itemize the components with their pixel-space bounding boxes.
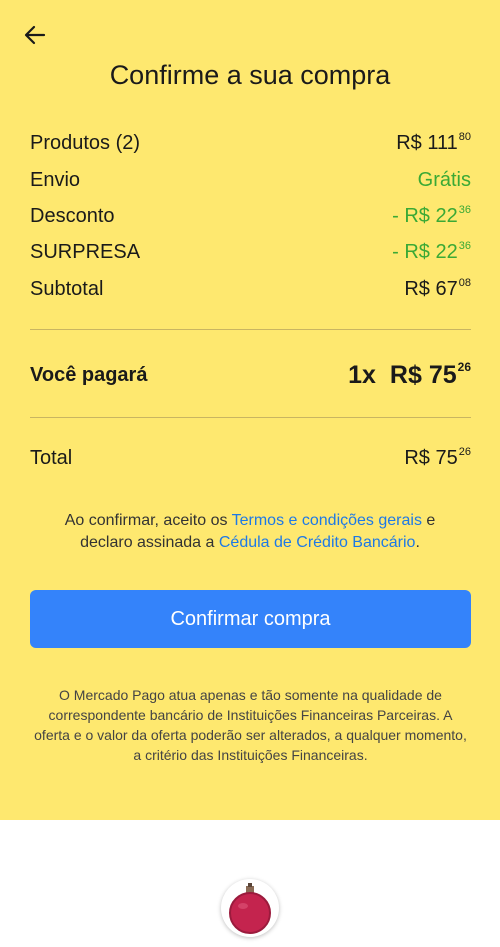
credit-note-link[interactable]: Cédula de Crédito Bancário xyxy=(219,534,416,551)
confirm-purchase-button[interactable]: Confirmar compra xyxy=(30,590,471,648)
installments: 1x xyxy=(348,361,376,389)
divider xyxy=(30,417,471,418)
back-button[interactable] xyxy=(20,20,50,50)
terms-link[interactable]: Termos e condições gerais xyxy=(232,512,422,529)
terms-text: Ao confirmar, aceito os Termos e condiçõ… xyxy=(64,512,436,551)
discount-amount: - R$ 2236 xyxy=(392,204,471,227)
shipping-row: Envio Grátis xyxy=(30,165,471,195)
shipping-label: Envio xyxy=(30,168,81,191)
subtotal-amount: R$ 6708 xyxy=(404,277,471,300)
shipping-value: Grátis xyxy=(417,168,471,191)
discount-label: Desconto xyxy=(30,204,115,227)
subtotal-row: Subtotal R$ 6708 xyxy=(30,274,471,304)
discount-row: Desconto - R$ 2236 xyxy=(30,201,471,231)
products-amount: R$ 11180 xyxy=(396,131,471,154)
divider xyxy=(30,329,471,330)
perfume-bottle-icon xyxy=(229,883,271,934)
surprise-row: SURPRESA - R$ 2236 xyxy=(30,237,471,267)
surprise-amount: - R$ 2236 xyxy=(392,240,471,263)
disclaimer-text: O Mercado Pago atua apenas e tão somente… xyxy=(34,687,467,763)
subtotal-label: Subtotal xyxy=(30,277,104,300)
products-label: Produtos (2) xyxy=(30,131,141,154)
product-thumbnail[interactable] xyxy=(221,879,279,937)
surprise-label: SURPRESA xyxy=(30,240,141,263)
total-row: Total R$ 7526 xyxy=(30,443,471,473)
products-row: Produtos (2) R$ 11180 xyxy=(30,128,471,158)
payment-row: Você pagará 1x R$ 7526 xyxy=(30,356,471,394)
payment-amount: 1x R$ 7526 xyxy=(348,360,471,389)
arrow-left-icon xyxy=(24,25,46,45)
payment-label: Você pagará xyxy=(30,363,148,386)
total-amount: R$ 7526 xyxy=(404,446,471,469)
total-label: Total xyxy=(30,446,73,469)
page-title: Confirme a sua compra xyxy=(109,60,391,90)
